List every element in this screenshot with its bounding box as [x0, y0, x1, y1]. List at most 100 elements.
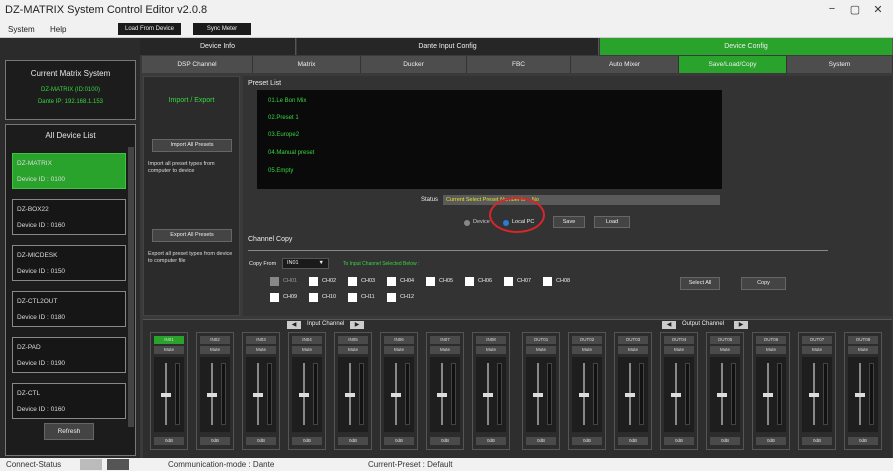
- fader-handle[interactable]: [161, 393, 171, 397]
- device-item[interactable]: DZ-CTL2OUT Device ID : 0180: [12, 291, 126, 327]
- fader-handle[interactable]: [809, 393, 819, 397]
- tab-dante-input-config[interactable]: Dante Input Config: [297, 38, 599, 55]
- copy-button[interactable]: Copy: [741, 277, 786, 290]
- channel-name[interactable]: OUT05: [710, 336, 740, 344]
- device-item[interactable]: DZ-MATRIX Device ID : 0100: [12, 153, 126, 189]
- mute-button[interactable]: Mute: [200, 346, 230, 354]
- tab-ducker[interactable]: Ducker: [361, 56, 467, 73]
- channel-name[interactable]: OUT02: [572, 336, 602, 344]
- input-next-icon[interactable]: ▶: [350, 321, 364, 329]
- channel-checkbox[interactable]: [348, 277, 357, 286]
- channel-checkbox[interactable]: [387, 277, 396, 286]
- channel-checkbox[interactable]: [426, 277, 435, 286]
- close-icon[interactable]: ✕: [868, 3, 888, 16]
- mute-button[interactable]: Mute: [430, 346, 460, 354]
- load-from-device-button[interactable]: Load From Device: [118, 23, 181, 35]
- channel-name[interactable]: OUT06: [756, 336, 786, 344]
- channel-checkbox[interactable]: [465, 277, 474, 286]
- channel-checkbox[interactable]: [270, 277, 279, 286]
- device-item[interactable]: DZ-CTL Device ID : 0160: [12, 383, 126, 419]
- select-all-button[interactable]: Select All: [680, 277, 720, 290]
- channel-name[interactable]: IN02: [200, 336, 230, 344]
- device-list-scrollbar[interactable]: [128, 147, 134, 427]
- load-button[interactable]: Load: [594, 216, 630, 228]
- channel-checkbox[interactable]: [504, 277, 513, 286]
- channel-name[interactable]: IN08: [476, 336, 506, 344]
- fader-handle[interactable]: [625, 393, 635, 397]
- fader-handle[interactable]: [483, 393, 493, 397]
- fader-handle[interactable]: [533, 393, 543, 397]
- channel-checkbox[interactable]: [348, 293, 357, 302]
- refresh-button[interactable]: Refresh: [44, 423, 94, 440]
- mute-button[interactable]: Mute: [526, 346, 556, 354]
- channel-name[interactable]: IN07: [430, 336, 460, 344]
- channel-name[interactable]: OUT01: [526, 336, 556, 344]
- mute-button[interactable]: Mute: [338, 346, 368, 354]
- menu-help[interactable]: Help: [50, 25, 66, 34]
- fader-handle[interactable]: [671, 393, 681, 397]
- mute-button[interactable]: Mute: [572, 346, 602, 354]
- mute-button[interactable]: Mute: [802, 346, 832, 354]
- channel-name[interactable]: OUT04: [664, 336, 694, 344]
- maximize-icon[interactable]: ▢: [845, 3, 865, 16]
- fader-handle[interactable]: [579, 393, 589, 397]
- input-prev-icon[interactable]: ◀: [287, 321, 301, 329]
- output-next-icon[interactable]: ▶: [734, 321, 748, 329]
- mute-button[interactable]: Mute: [756, 346, 786, 354]
- preset-item[interactable]: 02.Preset 1: [268, 115, 299, 121]
- mute-button[interactable]: Mute: [710, 346, 740, 354]
- minimize-icon[interactable]: −: [822, 3, 842, 15]
- fader-handle[interactable]: [253, 393, 263, 397]
- channel-name[interactable]: IN04: [292, 336, 322, 344]
- channel-checkbox[interactable]: [309, 293, 318, 302]
- copy-from-select[interactable]: IN01 ▼: [282, 258, 329, 269]
- mute-button[interactable]: Mute: [848, 346, 878, 354]
- mute-button[interactable]: Mute: [476, 346, 506, 354]
- device-item[interactable]: DZ-MICDESK Device ID : 0150: [12, 245, 126, 281]
- tab-fbc[interactable]: FBC: [467, 56, 571, 73]
- fader-handle[interactable]: [299, 393, 309, 397]
- mute-button[interactable]: Mute: [246, 346, 276, 354]
- tab-matrix[interactable]: Matrix: [253, 56, 361, 73]
- sync-meter-button[interactable]: Sync Meter: [193, 23, 251, 35]
- tab-device-info[interactable]: Device Info: [140, 38, 296, 55]
- channel-name[interactable]: IN06: [384, 336, 414, 344]
- channel-name[interactable]: IN01: [154, 336, 184, 344]
- mute-button[interactable]: Mute: [664, 346, 694, 354]
- preset-list[interactable]: 01.Le Bon Mix 02.Preset 1 03.Europe2 04.…: [257, 90, 722, 189]
- radio-device[interactable]: [464, 220, 470, 226]
- fader-handle[interactable]: [391, 393, 401, 397]
- channel-checkbox[interactable]: [270, 293, 279, 302]
- export-all-presets-button[interactable]: Export All Presets: [152, 229, 232, 242]
- channel-name[interactable]: OUT07: [802, 336, 832, 344]
- output-prev-icon[interactable]: ◀: [662, 321, 676, 329]
- device-item[interactable]: DZ-PAD Device ID : 0190: [12, 337, 126, 373]
- tab-dsp-channel[interactable]: DSP Channel: [142, 56, 253, 73]
- channel-name[interactable]: OUT08: [848, 336, 878, 344]
- channel-name[interactable]: IN03: [246, 336, 276, 344]
- mute-button[interactable]: Mute: [384, 346, 414, 354]
- channel-checkbox[interactable]: [309, 277, 318, 286]
- fader-handle[interactable]: [345, 393, 355, 397]
- device-item[interactable]: DZ-BOX22 Device ID : 0160: [12, 199, 126, 235]
- preset-item[interactable]: 01.Le Bon Mix: [268, 98, 306, 104]
- save-button[interactable]: Save: [553, 216, 585, 228]
- import-all-presets-button[interactable]: Import All Presets: [152, 139, 232, 152]
- tab-save-load-copy[interactable]: Save/Load/Copy: [679, 56, 787, 73]
- channel-checkbox[interactable]: [387, 293, 396, 302]
- tab-system[interactable]: System: [787, 56, 893, 73]
- fader-handle[interactable]: [437, 393, 447, 397]
- menu-system[interactable]: System: [8, 25, 35, 34]
- tab-auto-mixer[interactable]: Auto Mixer: [571, 56, 679, 73]
- preset-item[interactable]: 04.Manual preset: [268, 150, 314, 156]
- fader-handle[interactable]: [717, 393, 727, 397]
- preset-item[interactable]: 03.Europe2: [268, 132, 299, 138]
- channel-checkbox[interactable]: [543, 277, 552, 286]
- fader-handle[interactable]: [763, 393, 773, 397]
- mute-button[interactable]: Mute: [154, 346, 184, 354]
- mute-button[interactable]: Mute: [618, 346, 648, 354]
- channel-name[interactable]: OUT03: [618, 336, 648, 344]
- preset-item[interactable]: 05.Empty: [268, 168, 293, 174]
- mute-button[interactable]: Mute: [292, 346, 322, 354]
- channel-name[interactable]: IN05: [338, 336, 368, 344]
